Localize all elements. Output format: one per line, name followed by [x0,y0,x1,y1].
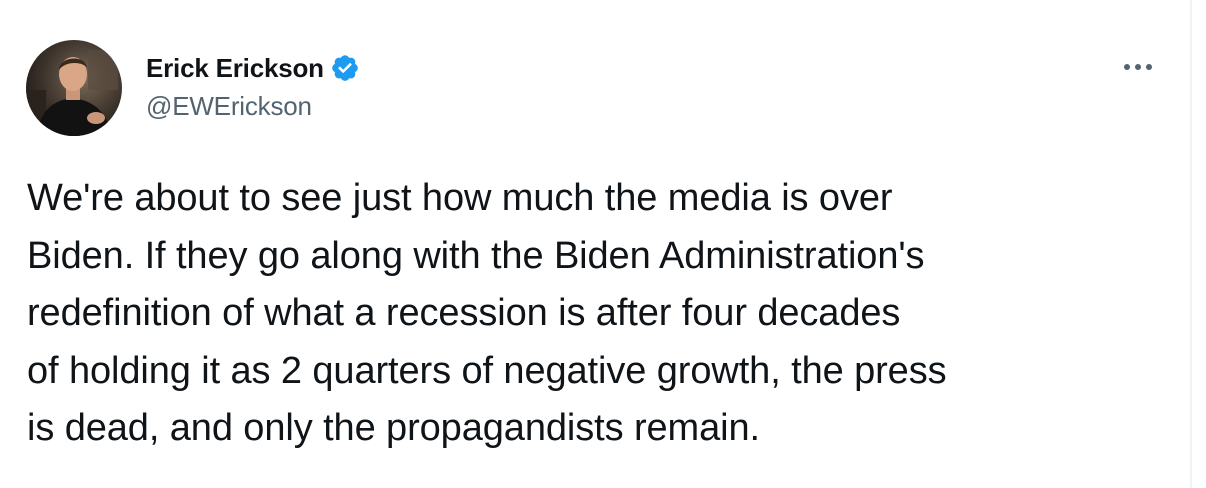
name-row: Erick Erickson [146,51,360,85]
more-options-button[interactable] [1116,50,1160,84]
more-options-icon [1124,64,1152,70]
tweet-text: We're about to see just how much the med… [27,177,947,449]
tweet-card[interactable]: Erick Erickson @EWErickson We're about t… [0,0,1190,488]
avatar-photo [26,40,122,136]
divider [1190,0,1192,488]
avatar[interactable] [26,40,122,136]
user-handle[interactable]: @EWErickson [146,91,360,122]
display-name[interactable]: Erick Erickson [146,53,324,84]
user-info: Erick Erickson @EWErickson [146,51,360,122]
verified-badge-icon [330,53,360,83]
